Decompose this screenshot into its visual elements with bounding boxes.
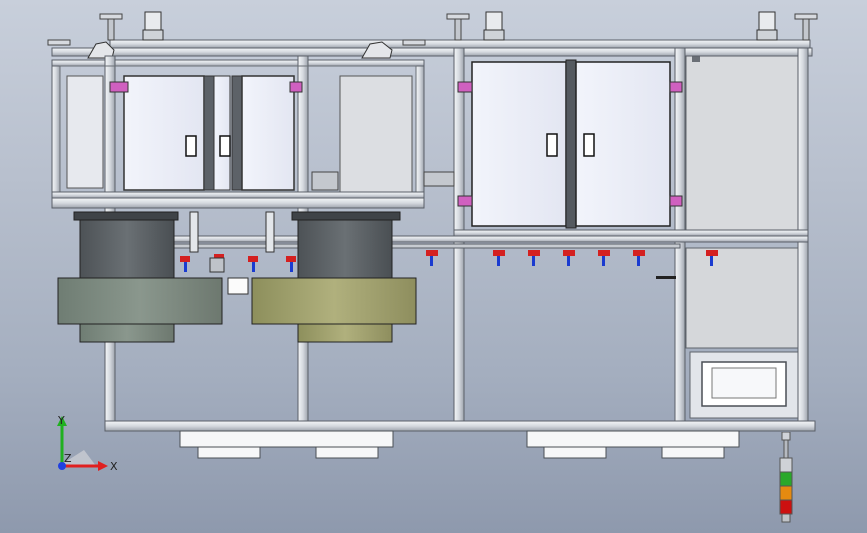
nozzle	[528, 250, 540, 266]
coordinate-triad: Y X Z	[57, 414, 118, 473]
nozzle	[493, 250, 505, 266]
stack-light-grey	[779, 457, 793, 473]
y-axis-label: Y	[57, 414, 65, 427]
nozzle	[286, 256, 296, 272]
x-axis-head	[98, 461, 108, 471]
stack-light	[779, 432, 793, 523]
cad-viewport[interactable]: Y X Z	[0, 0, 867, 533]
stack-light-red	[779, 499, 793, 515]
nozzle	[180, 256, 190, 272]
nozzle-row	[180, 250, 718, 279]
nozzle	[248, 256, 258, 272]
stack-light-orange	[779, 485, 793, 501]
machine-model[interactable]	[0, 0, 867, 533]
z-axis-label: Z	[64, 452, 72, 465]
center-tank	[251, 211, 417, 343]
x-axis-label: X	[110, 460, 118, 473]
nozzle	[598, 250, 610, 266]
upper-middle-module	[471, 59, 671, 229]
nozzle	[633, 250, 645, 266]
stack-light-green	[779, 471, 793, 487]
nozzle	[563, 250, 575, 266]
nozzle	[426, 250, 438, 266]
bottom-frame	[104, 420, 816, 459]
